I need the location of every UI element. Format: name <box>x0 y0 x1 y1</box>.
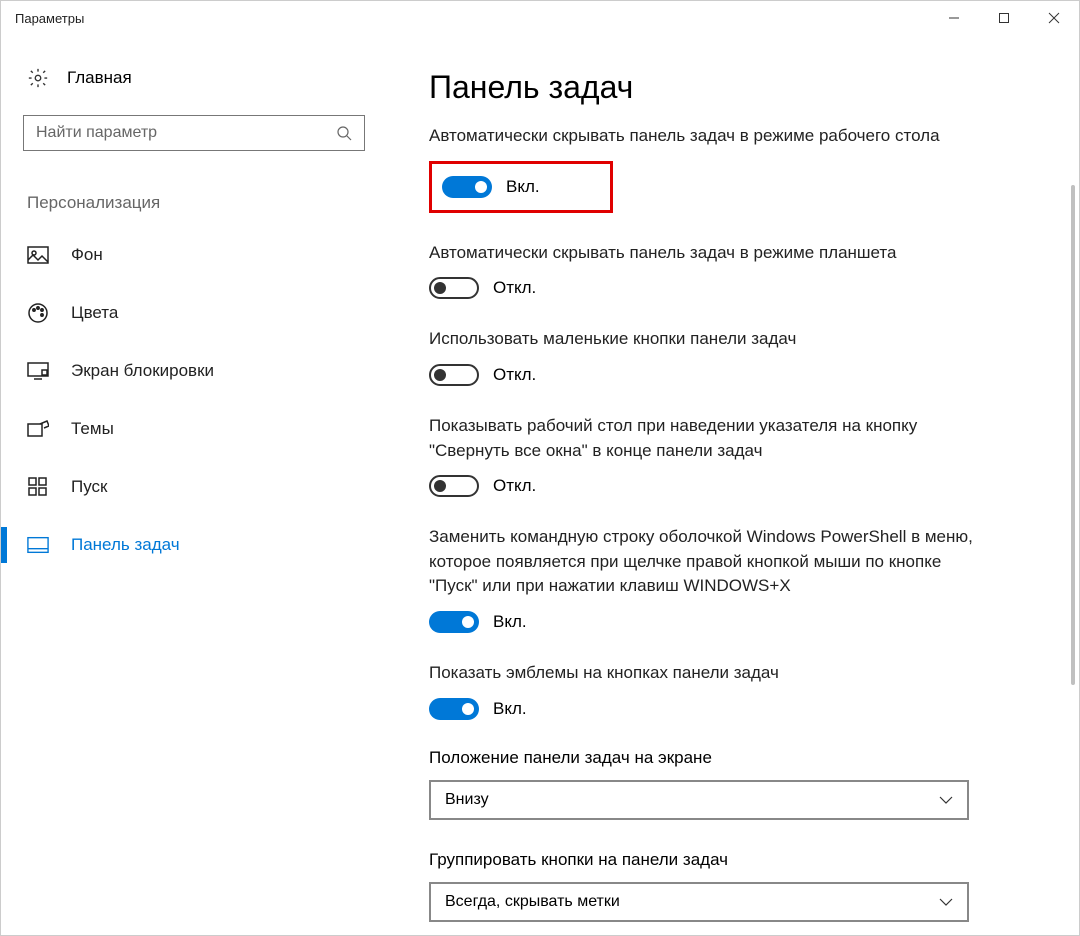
sidebar-item-lockscreen[interactable]: Экран блокировки <box>23 347 359 395</box>
toggle-state-label: Откл. <box>493 365 536 385</box>
close-button[interactable] <box>1029 1 1079 35</box>
sidebar-item-label: Панель задач <box>71 535 180 555</box>
setting-peek-desktop: Показывать рабочий стол при наведении ук… <box>429 414 989 497</box>
toggle-state-label: Откл. <box>493 476 536 496</box>
chevron-down-icon <box>939 898 953 906</box>
toggle-peek-desktop[interactable] <box>429 475 479 497</box>
close-icon <box>1048 12 1060 24</box>
sidebar-item-label: Экран блокировки <box>71 361 214 381</box>
search-icon <box>336 125 352 141</box>
section-header: Персонализация <box>23 193 359 213</box>
sidebar-item-label: Фон <box>71 245 103 265</box>
search-box[interactable] <box>23 115 365 151</box>
dropdown-label: Группировать кнопки на панели задач <box>429 850 1047 870</box>
titlebar: Параметры <box>1 1 1079 35</box>
sidebar: Главная Персонализация Фон Цвета Э <box>1 35 381 935</box>
setting-auto-hide-desktop: Автоматически скрывать панель задач в ре… <box>429 124 1047 241</box>
scrollbar[interactable] <box>1069 35 1077 935</box>
sidebar-item-start[interactable]: Пуск <box>23 463 359 511</box>
toggle-badges[interactable] <box>429 698 479 720</box>
chevron-down-icon <box>939 796 953 804</box>
dropdown-combine-buttons[interactable]: Всегда, скрывать метки <box>429 882 969 922</box>
palette-icon <box>27 304 49 322</box>
dropdown-value: Всегда, скрывать метки <box>445 893 620 911</box>
sidebar-item-themes[interactable]: Темы <box>23 405 359 453</box>
sidebar-item-colors[interactable]: Цвета <box>23 289 359 337</box>
dropdown-taskbar-position[interactable]: Внизу <box>429 780 969 820</box>
sidebar-item-label: Пуск <box>71 477 107 497</box>
minimize-button[interactable] <box>929 1 979 35</box>
search-input[interactable] <box>36 124 336 142</box>
dropdown-value: Внизу <box>445 791 489 809</box>
setting-small-buttons: Использовать маленькие кнопки панели зад… <box>429 327 989 386</box>
sidebar-item-background[interactable]: Фон <box>23 231 359 279</box>
scrollbar-thumb[interactable] <box>1071 185 1075 685</box>
setting-label: Заменить командную строку оболочкой Wind… <box>429 525 989 599</box>
setting-label: Показывать рабочий стол при наведении ук… <box>429 414 989 463</box>
maximize-button[interactable] <box>979 1 1029 35</box>
toggle-state-label: Вкл. <box>493 699 527 719</box>
start-icon <box>27 478 49 496</box>
sidebar-item-taskbar[interactable]: Панель задач <box>23 521 359 569</box>
toggle-small-buttons[interactable] <box>429 364 479 386</box>
setting-label: Показать эмблемы на кнопках панели задач <box>429 661 989 686</box>
gear-icon <box>27 67 49 89</box>
dropdown-label: Положение панели задач на экране <box>429 748 1047 768</box>
picture-icon <box>27 246 49 264</box>
toggle-state-label: Вкл. <box>493 612 527 632</box>
lockscreen-icon <box>27 362 49 380</box>
setting-label: Использовать маленькие кнопки панели зад… <box>429 327 989 352</box>
window-controls <box>929 1 1079 35</box>
toggle-auto-hide-desktop[interactable] <box>442 176 492 198</box>
setting-taskbar-position: Положение панели задач на экране Внизу <box>429 748 1047 820</box>
themes-icon <box>27 420 49 438</box>
toggle-state-label: Вкл. <box>506 177 540 197</box>
page-title: Панель задач <box>429 69 1047 106</box>
main-content: Панель задач Автоматически скрывать пане… <box>381 35 1079 935</box>
setting-badges: Показать эмблемы на кнопках панели задач… <box>429 661 989 720</box>
toggle-state-label: Откл. <box>493 278 536 298</box>
highlight-box: Вкл. <box>429 161 613 213</box>
taskbar-icon <box>27 536 49 554</box>
toggle-auto-hide-tablet[interactable] <box>429 277 479 299</box>
sidebar-item-label: Темы <box>71 419 114 439</box>
setting-label: Автоматически скрывать панель задач в ре… <box>429 241 989 266</box>
maximize-icon <box>998 12 1010 24</box>
toggle-powershell[interactable] <box>429 611 479 633</box>
sidebar-item-label: Цвета <box>71 303 118 323</box>
home-label: Главная <box>67 68 132 88</box>
window-title: Параметры <box>15 11 84 26</box>
home-link[interactable]: Главная <box>23 67 359 89</box>
minimize-icon <box>948 12 960 24</box>
setting-combine-buttons: Группировать кнопки на панели задач Всег… <box>429 850 1047 922</box>
setting-label: Автоматически скрывать панель задач в ре… <box>429 124 1047 149</box>
setting-powershell: Заменить командную строку оболочкой Wind… <box>429 525 989 633</box>
setting-auto-hide-tablet: Автоматически скрывать панель задач в ре… <box>429 241 989 300</box>
